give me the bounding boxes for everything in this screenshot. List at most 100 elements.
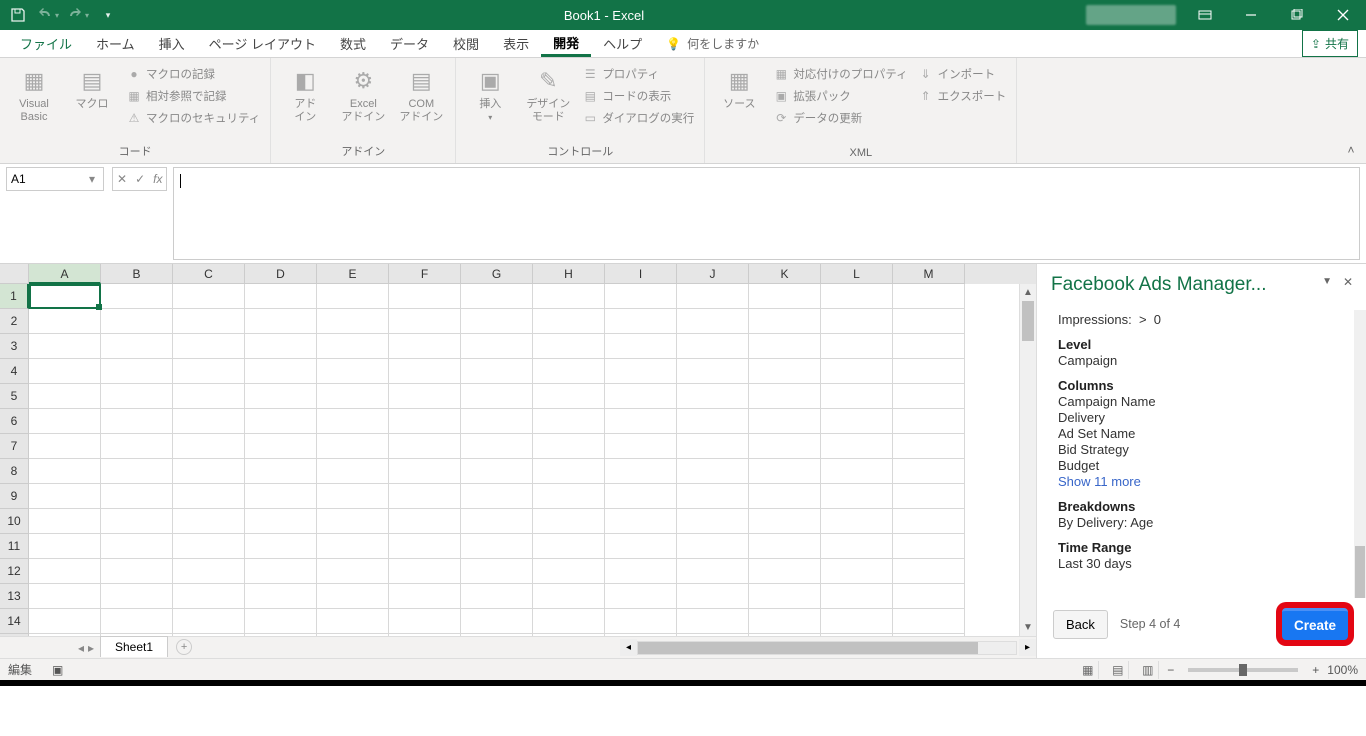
row-header[interactable]: 9	[0, 484, 29, 509]
cell[interactable]	[605, 609, 677, 634]
tab-home[interactable]: ホーム	[84, 30, 147, 57]
cell[interactable]	[461, 509, 533, 534]
column-header[interactable]: J	[677, 264, 749, 284]
tab-formulas[interactable]: 数式	[328, 30, 378, 57]
cell[interactable]	[173, 584, 245, 609]
cell[interactable]	[245, 459, 317, 484]
row-header[interactable]: 7	[0, 434, 29, 459]
view-pagelayout-button[interactable]: ▤	[1107, 661, 1129, 679]
share-button[interactable]: ⇪ 共有	[1302, 30, 1358, 57]
cell[interactable]	[677, 609, 749, 634]
formula-input[interactable]	[173, 167, 1360, 260]
select-all-corner[interactable]	[0, 264, 29, 284]
cell[interactable]	[101, 509, 173, 534]
cell[interactable]	[389, 534, 461, 559]
horizontal-scrollbar[interactable]: ◂ ▸	[200, 637, 1036, 658]
macro-record-icon[interactable]: ▣	[52, 663, 63, 677]
tab-view[interactable]: 表示	[491, 30, 541, 57]
cell[interactable]	[245, 334, 317, 359]
macros-button[interactable]: ▤マクロ	[64, 62, 120, 141]
cell[interactable]	[677, 334, 749, 359]
cell[interactable]	[389, 509, 461, 534]
column-header[interactable]: F	[389, 264, 461, 284]
cell[interactable]	[317, 334, 389, 359]
cell[interactable]	[173, 484, 245, 509]
cell[interactable]	[173, 409, 245, 434]
tab-developer[interactable]: 開発	[541, 30, 591, 57]
cell[interactable]	[29, 334, 101, 359]
cell[interactable]	[821, 434, 893, 459]
row-header[interactable]: 10	[0, 509, 29, 534]
zoom-slider[interactable]	[1188, 668, 1298, 672]
create-button[interactable]: Create	[1282, 608, 1348, 640]
cell[interactable]	[173, 284, 245, 309]
cell[interactable]	[749, 284, 821, 309]
cell[interactable]	[173, 359, 245, 384]
cell[interactable]	[749, 384, 821, 409]
column-header[interactable]: M	[893, 264, 965, 284]
cell[interactable]	[245, 409, 317, 434]
cell[interactable]	[533, 384, 605, 409]
cell[interactable]	[533, 409, 605, 434]
cell[interactable]	[533, 459, 605, 484]
com-addins-button[interactable]: ▤COM アドイン	[393, 62, 449, 141]
excel-addins-button[interactable]: ⚙Excel アドイン	[335, 62, 391, 141]
cell[interactable]	[173, 309, 245, 334]
cell[interactable]	[893, 484, 965, 509]
cell[interactable]	[821, 609, 893, 634]
cell[interactable]	[245, 534, 317, 559]
cell[interactable]	[533, 359, 605, 384]
cell[interactable]	[677, 534, 749, 559]
cell[interactable]	[677, 559, 749, 584]
cell[interactable]	[245, 359, 317, 384]
cell[interactable]	[461, 309, 533, 334]
column-header[interactable]: C	[173, 264, 245, 284]
save-button[interactable]	[4, 1, 32, 29]
cell[interactable]	[245, 584, 317, 609]
cell[interactable]	[245, 634, 317, 636]
macro-security-button[interactable]: ⚠マクロのセキュリティ	[124, 108, 262, 128]
cell[interactable]	[821, 509, 893, 534]
cell[interactable]	[29, 459, 101, 484]
cell[interactable]	[605, 384, 677, 409]
zoom-in-button[interactable]: +	[1312, 663, 1319, 677]
cell[interactable]	[893, 309, 965, 334]
tab-help[interactable]: ヘルプ	[591, 30, 654, 57]
cell[interactable]	[533, 309, 605, 334]
cell[interactable]	[605, 434, 677, 459]
cell[interactable]	[605, 309, 677, 334]
cell[interactable]	[101, 334, 173, 359]
minimize-button[interactable]	[1228, 0, 1274, 30]
sheet-nav-buttons[interactable]: ◂▸	[0, 637, 100, 658]
maximize-button[interactable]	[1274, 0, 1320, 30]
cell[interactable]	[173, 459, 245, 484]
cell[interactable]	[749, 634, 821, 636]
close-button[interactable]	[1320, 0, 1366, 30]
cell[interactable]	[461, 384, 533, 409]
cell[interactable]	[605, 409, 677, 434]
cell[interactable]	[317, 559, 389, 584]
cell[interactable]	[173, 609, 245, 634]
cell[interactable]	[173, 534, 245, 559]
cell[interactable]	[533, 634, 605, 636]
cell[interactable]	[677, 284, 749, 309]
cell[interactable]	[29, 409, 101, 434]
cell[interactable]	[389, 609, 461, 634]
cell[interactable]	[29, 434, 101, 459]
refresh-data-button[interactable]: ⟳データの更新	[771, 108, 909, 128]
cell[interactable]	[605, 534, 677, 559]
cell[interactable]	[533, 584, 605, 609]
column-header[interactable]: G	[461, 264, 533, 284]
cell[interactable]	[677, 434, 749, 459]
cell[interactable]	[749, 484, 821, 509]
row-header[interactable]: 11	[0, 534, 29, 559]
cell[interactable]	[821, 409, 893, 434]
cell[interactable]	[389, 384, 461, 409]
run-dialog-button[interactable]: ▭ダイアログの実行	[580, 108, 696, 128]
hscroll-thumb[interactable]	[638, 642, 978, 654]
sheet-tab-sheet1[interactable]: Sheet1	[100, 636, 168, 657]
cell[interactable]	[101, 409, 173, 434]
cell[interactable]	[317, 284, 389, 309]
cell[interactable]	[389, 359, 461, 384]
cell[interactable]	[749, 434, 821, 459]
